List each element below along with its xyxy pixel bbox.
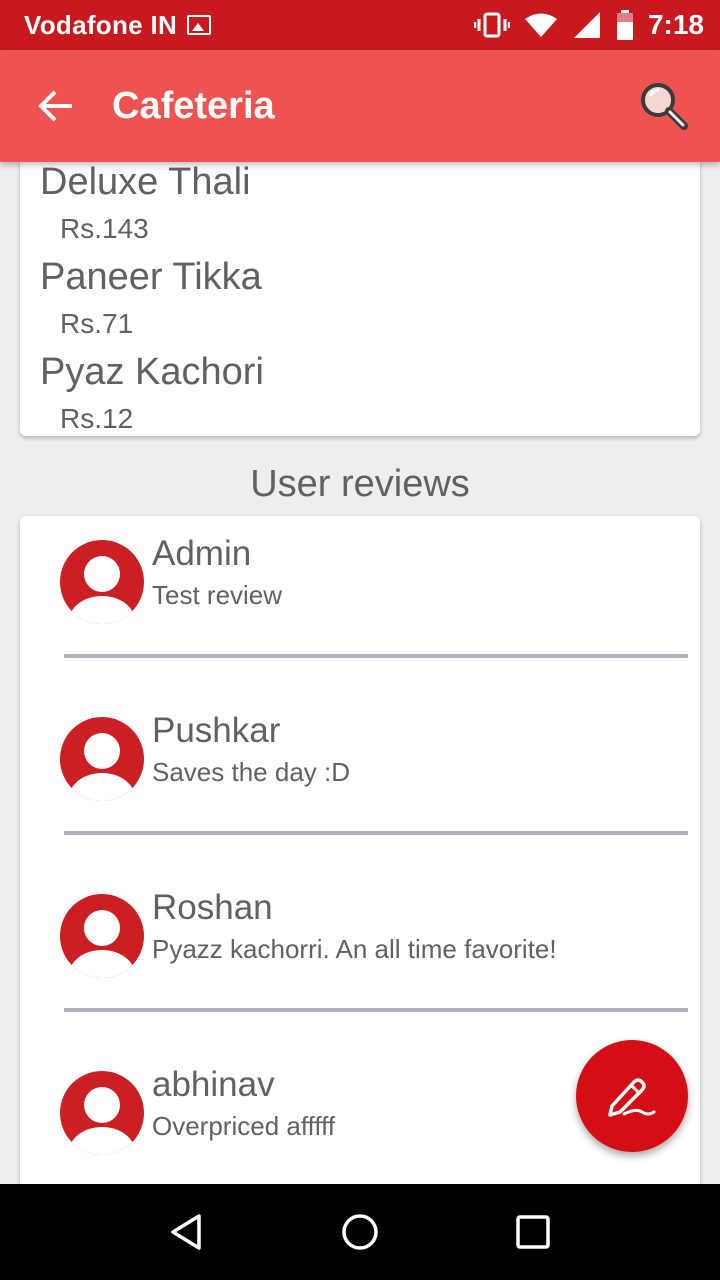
divider xyxy=(64,654,688,658)
square-recents-icon xyxy=(516,1215,551,1249)
search-button[interactable] xyxy=(608,50,720,162)
review-item[interactable]: Roshan Pyazz kachorri. An all time favor… xyxy=(20,870,700,1047)
page-title: Cafeteria xyxy=(112,84,275,127)
menu-item[interactable]: Pyaz Kachori Rs.12 xyxy=(40,353,264,433)
reviewer-name: Pushkar xyxy=(152,711,281,750)
app-bar: Cafeteria xyxy=(0,50,720,162)
avatar xyxy=(60,1071,144,1155)
status-bar: Vodafone IN 7:18 xyxy=(0,0,720,50)
back-button[interactable] xyxy=(0,50,112,162)
menu-item-name: Deluxe Thali xyxy=(40,161,251,203)
menu-item-price: Rs.12 xyxy=(60,403,134,434)
review-text: Pyazz kachorri. An all time favorite! xyxy=(152,934,557,964)
vibrate-icon xyxy=(473,12,510,38)
wifi-icon xyxy=(524,13,557,37)
write-review-button[interactable] xyxy=(576,1040,688,1152)
divider xyxy=(64,831,688,835)
reviewer-name: Roshan xyxy=(152,888,273,927)
review-text: Overpriced afffff xyxy=(152,1111,336,1141)
arrow-left-icon xyxy=(38,90,72,122)
signal-icon xyxy=(573,12,600,38)
reviewer-name: Admin xyxy=(152,534,252,573)
review-text: Test review xyxy=(152,580,283,610)
triangle-back-icon xyxy=(170,1214,201,1250)
magnifier-icon xyxy=(641,83,688,130)
menu-item-price: Rs.143 xyxy=(60,213,149,244)
nav-recents-button[interactable] xyxy=(493,1192,573,1272)
menu-card: Deluxe Thali Rs.143 Paneer Tikka Rs.71 P… xyxy=(20,140,700,436)
carrier-name: Vodafone IN xyxy=(24,9,178,40)
review-item[interactable]: Pushkar Saves the day :D xyxy=(20,693,700,870)
menu-item-name: Paneer Tikka xyxy=(40,256,262,298)
circle-home-icon xyxy=(342,1214,378,1250)
avatar xyxy=(60,540,144,624)
image-notification-icon xyxy=(187,15,212,35)
menu-item[interactable]: Deluxe Thali Rs.143 xyxy=(40,163,251,243)
status-icons: 7:18 xyxy=(473,9,704,41)
review-item[interactable]: Admin Test review xyxy=(20,516,700,693)
section-title-user-reviews: User reviews xyxy=(250,463,470,505)
reviewer-name: abhinav xyxy=(152,1065,275,1104)
avatar xyxy=(60,894,144,978)
menu-item[interactable]: Paneer Tikka Rs.71 xyxy=(40,258,262,338)
pen-write-icon xyxy=(608,1078,656,1117)
system-nav-bar xyxy=(0,1184,720,1280)
nav-back-button[interactable] xyxy=(147,1192,227,1272)
battery-icon xyxy=(616,10,633,40)
menu-item-name: Pyaz Kachori xyxy=(40,351,264,393)
review-text: Saves the day :D xyxy=(152,757,350,787)
menu-item-price: Rs.71 xyxy=(60,308,134,339)
divider xyxy=(64,1008,688,1012)
avatar xyxy=(60,717,144,801)
clock: 7:18 xyxy=(647,9,704,40)
nav-home-button[interactable] xyxy=(320,1192,400,1272)
